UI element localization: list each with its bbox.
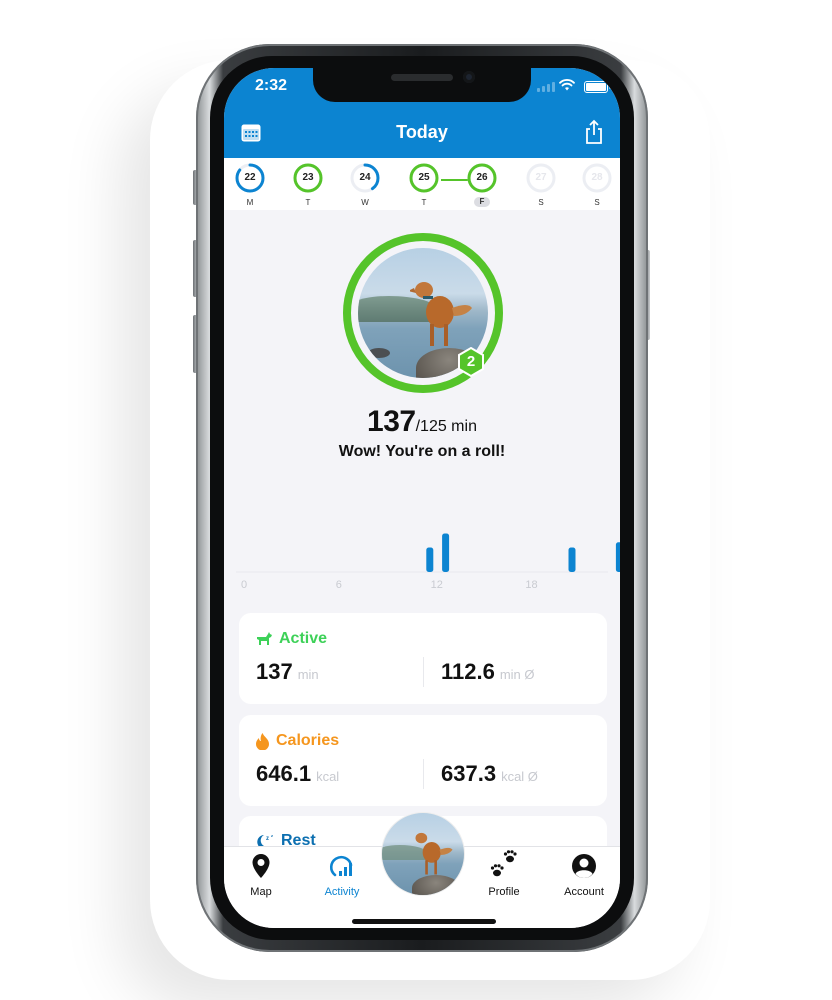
active-card[interactable]: Active 137 min 112.6 min Ø <box>239 613 607 704</box>
x-tick-label: 6 <box>336 579 342 591</box>
day-letter: S <box>538 198 544 207</box>
day-number: 26 <box>476 172 488 183</box>
app-screen: 2:32 Today 22 M 23 T 24 W 25 T 26 F 27 S… <box>224 68 620 928</box>
speaker <box>391 74 453 81</box>
svg-text:z: z <box>271 833 273 838</box>
tab-activity-label: Activity <box>324 886 360 898</box>
calories-today: 646.1 kcal <box>256 761 339 787</box>
goal-ring: 2 <box>341 231 505 395</box>
calories-card[interactable]: Calories 646.1 kcal 637.3 kcal Ø <box>239 715 607 806</box>
tab-profile-label: Profile <box>488 886 520 898</box>
cellular-signal-icon <box>537 82 555 92</box>
notch <box>313 68 531 102</box>
card-divider <box>423 759 424 789</box>
paw-prints-icon <box>490 850 517 877</box>
active-label: Active <box>279 630 328 647</box>
active-today-unit: min <box>297 667 319 682</box>
active-minutes-value: 137 <box>367 405 416 438</box>
front-camera <box>463 71 475 83</box>
calories-today-value: 646.1 <box>256 761 312 786</box>
wifi-icon <box>559 79 575 91</box>
active-card-title: Active <box>256 630 327 648</box>
calories-label: Calories <box>276 732 340 749</box>
day-number: 24 <box>359 172 371 183</box>
x-tick-label: 18 <box>525 579 537 591</box>
week-selector: 22 M 23 T 24 W 25 T 26 F 27 S 28 S <box>224 158 620 210</box>
active-average: 112.6 min Ø <box>441 659 535 685</box>
map-pin-icon <box>252 854 270 878</box>
streak-count: 2 <box>466 353 476 370</box>
bar-hour-6[interactable] <box>426 547 434 573</box>
svg-text:z: z <box>266 836 269 842</box>
bar-hour-7[interactable] <box>442 533 450 573</box>
streak-connector <box>441 179 468 181</box>
day-letter: W <box>361 198 369 207</box>
x-tick-label: 0 <box>241 579 247 591</box>
day-number: 23 <box>302 172 314 183</box>
bar-hour-18[interactable] <box>615 542 620 572</box>
active-average-value: 112.6 <box>441 659 495 684</box>
dog-avatar-button[interactable] <box>381 812 465 896</box>
page-title: Today <box>396 122 448 142</box>
tab-account-label: Account <box>564 886 604 898</box>
day-number: 28 <box>591 172 603 183</box>
hourly-activity-chart: 0 6 12 18 <box>236 533 620 591</box>
calories-average-unit: kcal Ø <box>501 769 538 784</box>
activity-icon <box>330 855 353 877</box>
day-letter: T <box>305 198 311 207</box>
x-tick-label: 12 <box>431 579 443 591</box>
day-25[interactable]: 25 T <box>407 163 441 209</box>
day-26[interactable]: 26 F <box>465 163 499 209</box>
battery-icon <box>584 81 611 93</box>
dog-icon <box>257 632 272 645</box>
day-letter: T <box>421 198 427 207</box>
day-letter: S <box>594 198 600 207</box>
day-28[interactable]: 28 S <box>580 163 614 209</box>
flame-icon <box>256 732 269 750</box>
day-23[interactable]: 23 T <box>291 163 325 209</box>
bar-hour-15[interactable] <box>568 547 576 573</box>
day-number: 22 <box>244 172 256 183</box>
goal-score: 137/125 min <box>224 405 620 439</box>
account-icon <box>572 854 596 879</box>
home-indicator[interactable] <box>352 919 496 924</box>
calories-average-value: 637.3 <box>441 761 497 786</box>
goal-target: /125 min <box>415 418 477 435</box>
active-average-unit: min Ø <box>499 667 535 682</box>
tab-map-label: Map <box>250 886 272 898</box>
active-today-value: 137 <box>256 659 293 684</box>
day-24[interactable]: 24 W <box>348 163 382 209</box>
calories-today-unit: kcal <box>316 769 340 784</box>
card-divider <box>423 657 424 687</box>
day-letter: M <box>246 198 254 207</box>
status-time: 2:32 <box>255 77 288 94</box>
calories-average: 637.3 kcal Ø <box>441 761 538 787</box>
share-icon[interactable] <box>584 119 604 145</box>
day-number: 25 <box>418 172 430 183</box>
motivation-message: Wow! You're on a roll! <box>338 443 506 460</box>
streak-badge: 2 <box>456 346 486 378</box>
day-22[interactable]: 22 M <box>233 163 267 209</box>
day-27[interactable]: 27 S <box>524 163 558 209</box>
active-today: 137 min <box>256 659 319 685</box>
day-letter: F <box>474 197 490 207</box>
day-number: 27 <box>535 172 547 183</box>
calories-card-title: Calories <box>256 732 339 750</box>
